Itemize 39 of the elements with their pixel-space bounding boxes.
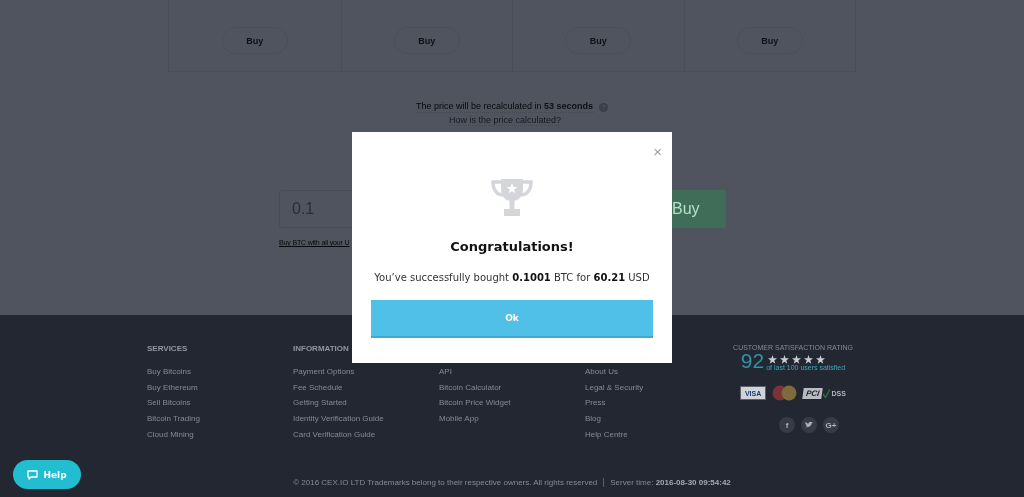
footer-heading: INFORMATION xyxy=(293,344,350,355)
footer-link[interactable]: Cloud Mining xyxy=(147,429,293,446)
bird-icon[interactable] xyxy=(801,417,817,433)
dialog-title: Congratulations! xyxy=(450,239,574,254)
star-icon xyxy=(792,355,802,364)
copyright-text: © 2016 CEX.IO LTD Trademarks belong to their respective owners. All rights reserved xyxy=(293,478,598,487)
facebook-link[interactable]: f xyxy=(779,417,795,433)
star-icon xyxy=(816,355,826,364)
footer-heading: SERVICES xyxy=(147,344,189,355)
footer-link[interactable]: Card Verification Guide xyxy=(293,429,439,446)
star-icon xyxy=(768,355,778,364)
footer-link[interactable]: Mobile App xyxy=(439,414,585,430)
footer-link[interactable]: Getting Started xyxy=(293,398,439,415)
footer-link[interactable]: Bitcoin Calculator xyxy=(439,382,585,399)
trophy-icon xyxy=(490,177,534,219)
footer-link[interactable]: Press xyxy=(585,398,725,415)
footer-link[interactable]: Buy Bitcoins xyxy=(147,367,293,383)
google-plus-link[interactable]: G+ xyxy=(823,417,839,433)
footer-link[interactable]: Sell Bitcoins xyxy=(147,398,293,415)
server-time: Server time: 2016-08-30 09:54:42 xyxy=(610,478,731,487)
footer-link[interactable]: Bitcoin Trading xyxy=(147,414,293,430)
footer-link[interactable]: Identity Verification Guide xyxy=(293,414,439,430)
two-circles-card-logo-icon xyxy=(772,385,798,401)
footer-link[interactable]: Buy Ethereum xyxy=(147,382,293,399)
footer-link[interactable]: Blog xyxy=(585,414,725,430)
price-recalculation-notice: The price will be recalculated in 53 seconds xyxy=(415,101,594,113)
footer-link[interactable]: Bitcoin Price Widget xyxy=(439,398,585,415)
footer-link[interactable]: About Us xyxy=(585,367,725,383)
star-icon xyxy=(804,355,814,364)
close-button[interactable]: × xyxy=(653,144,662,159)
footer-link[interactable]: Payment Options xyxy=(293,367,439,383)
rating-score: 92 xyxy=(740,351,765,371)
footer-link[interactable]: Legal & Security xyxy=(585,382,725,399)
footer-link[interactable]: Help Centre xyxy=(585,429,725,446)
footer-link[interactable]: Fee Schedule xyxy=(293,382,439,399)
chat-bubble-icon xyxy=(27,469,39,480)
star-icon xyxy=(780,355,790,364)
footer-link[interactable]: API xyxy=(439,367,585,383)
dialog-message: You’ve successfully bought 0.1001 BTC for 60.21 USD xyxy=(374,272,650,283)
